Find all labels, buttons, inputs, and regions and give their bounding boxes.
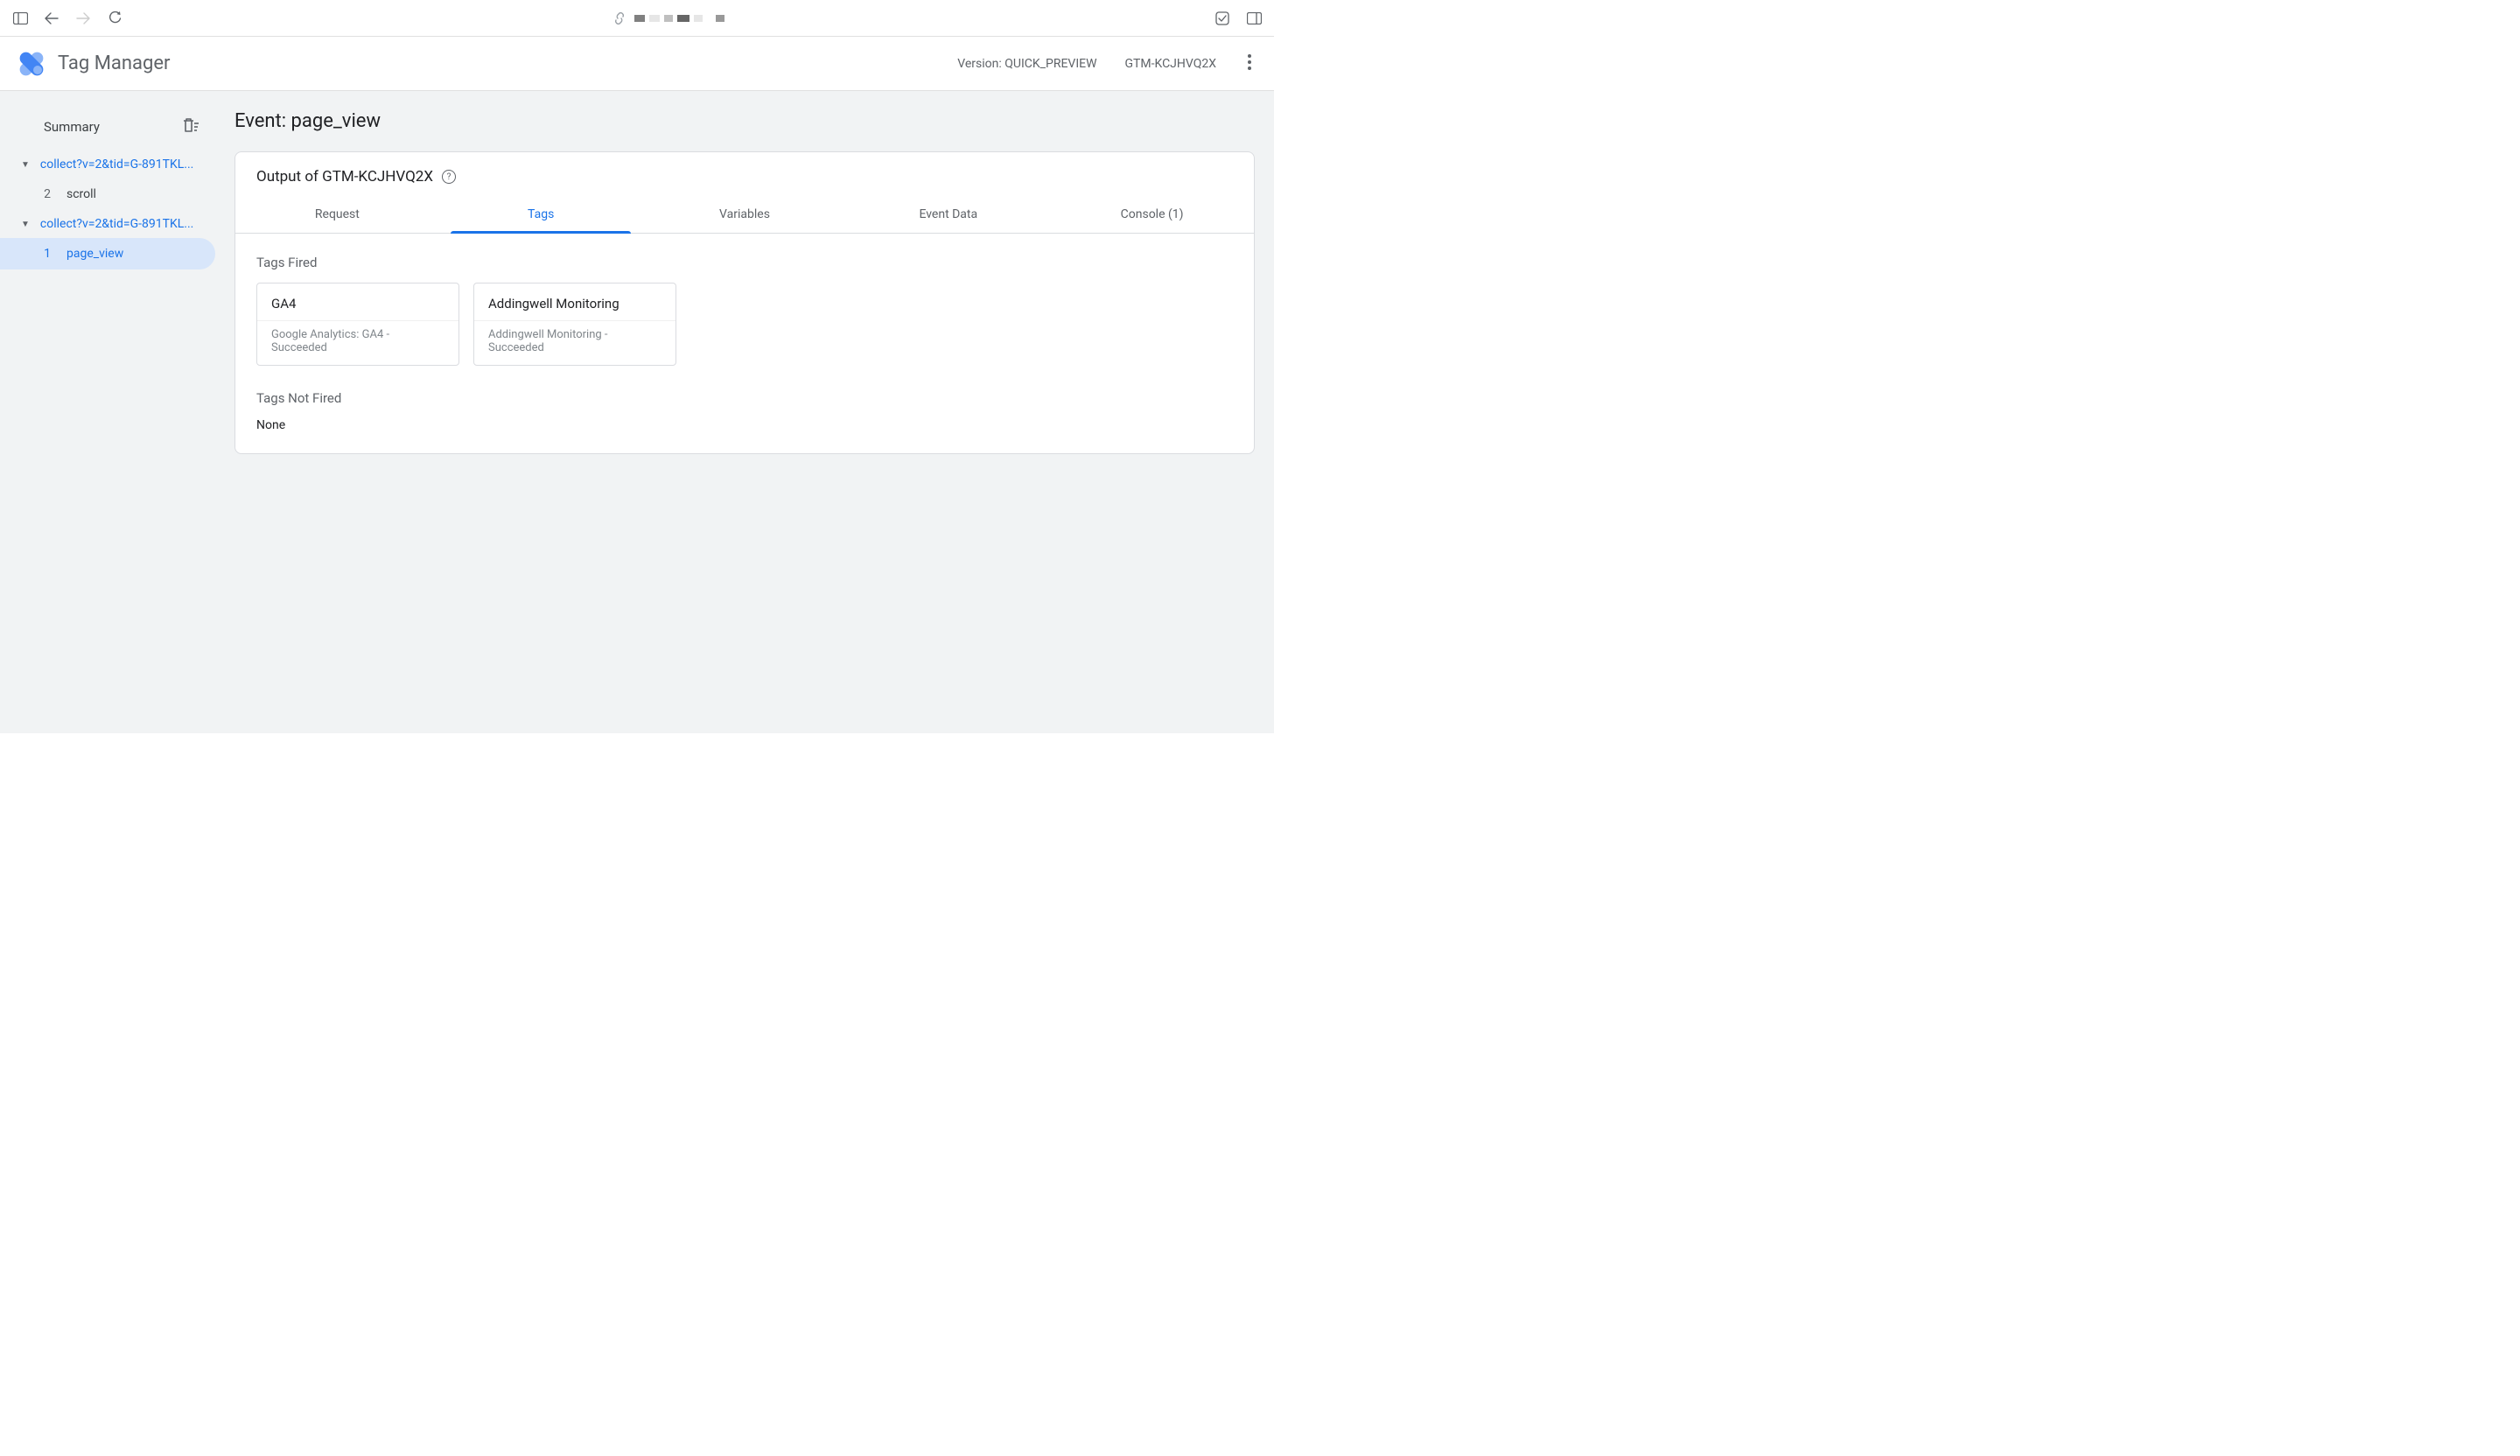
tabs: Request Tags Variables Event Data Consol… bbox=[235, 196, 1254, 234]
sidebar-toggle-icon[interactable] bbox=[12, 10, 28, 26]
tree-group-1[interactable]: ▼ collect?v=2&tid=G-891TKL... bbox=[0, 210, 219, 238]
tree-group-label: collect?v=2&tid=G-891TKL... bbox=[40, 158, 193, 172]
tree-group-0[interactable]: ▼ collect?v=2&tid=G-891TKL... bbox=[0, 150, 219, 178]
app-title: Tag Manager bbox=[58, 52, 943, 74]
tag-card-addingwell[interactable]: Addingwell Monitoring Addingwell Monitor… bbox=[473, 283, 676, 366]
tag-card-subtitle: Google Analytics: GA4 - Succeeded bbox=[257, 320, 458, 365]
tag-card-title: Addingwell Monitoring bbox=[474, 284, 676, 320]
sidebar: Summary ▼ collect?v=2&tid=G-891TKL... 2 … bbox=[0, 91, 219, 733]
link-icon bbox=[613, 12, 626, 24]
chevron-down-icon: ▼ bbox=[21, 220, 30, 229]
content-area: Event: page_view Output of GTM-KCJHVQ2X … bbox=[219, 91, 1274, 733]
tab-variables[interactable]: Variables bbox=[643, 196, 847, 233]
tag-card-subtitle: Addingwell Monitoring - Succeeded bbox=[474, 320, 676, 365]
back-icon[interactable] bbox=[44, 10, 60, 26]
tree-child-num: 2 bbox=[42, 187, 51, 201]
clear-icon[interactable] bbox=[182, 117, 200, 136]
more-vert-icon[interactable] bbox=[1244, 51, 1255, 77]
tree-child-label: page_view bbox=[66, 247, 123, 261]
tab-request[interactable]: Request bbox=[235, 196, 439, 233]
summary-row[interactable]: Summary bbox=[0, 108, 219, 145]
summary-label: Summary bbox=[44, 119, 100, 135]
help-icon[interactable]: ? bbox=[442, 170, 456, 184]
app-header: Tag Manager Version: QUICK_PREVIEW GTM-K… bbox=[0, 37, 1274, 91]
tree-child-scroll[interactable]: 2 scroll bbox=[0, 178, 215, 210]
container-id-label[interactable]: GTM-KCJHVQ2X bbox=[1125, 57, 1216, 71]
browser-toolbar bbox=[0, 0, 1274, 37]
reload-icon[interactable] bbox=[107, 10, 122, 26]
tab-console[interactable]: Console (1) bbox=[1050, 196, 1254, 233]
output-panel: Output of GTM-KCJHVQ2X ? Request Tags Va… bbox=[234, 151, 1255, 454]
tags-not-fired-heading: Tags Not Fired bbox=[256, 390, 1233, 406]
forward-icon bbox=[75, 10, 91, 26]
tab-tags[interactable]: Tags bbox=[439, 196, 643, 233]
tab-event-data[interactable]: Event Data bbox=[846, 196, 1050, 233]
tree-child-pageview[interactable]: 1 page_view bbox=[0, 238, 215, 270]
tree-child-label: scroll bbox=[66, 187, 96, 201]
panel-right-icon[interactable] bbox=[1246, 10, 1262, 26]
tag-card-title: GA4 bbox=[257, 284, 458, 320]
tag-manager-logo-icon bbox=[19, 52, 44, 76]
tags-not-fired-text: None bbox=[256, 418, 1233, 432]
address-area bbox=[613, 12, 724, 24]
event-title: Event: page_view bbox=[234, 110, 1255, 132]
panel-title: Output of GTM-KCJHVQ2X bbox=[256, 168, 433, 186]
tree-group-label: collect?v=2&tid=G-891TKL... bbox=[40, 217, 193, 231]
version-label: Version: QUICK_PREVIEW bbox=[957, 57, 1096, 71]
chevron-down-icon: ▼ bbox=[21, 160, 30, 170]
extension-icon[interactable] bbox=[1214, 10, 1230, 26]
tag-card-ga4[interactable]: GA4 Google Analytics: GA4 - Succeeded bbox=[256, 283, 459, 366]
tags-fired-heading: Tags Fired bbox=[256, 255, 1233, 270]
tree-child-num: 1 bbox=[42, 247, 51, 261]
